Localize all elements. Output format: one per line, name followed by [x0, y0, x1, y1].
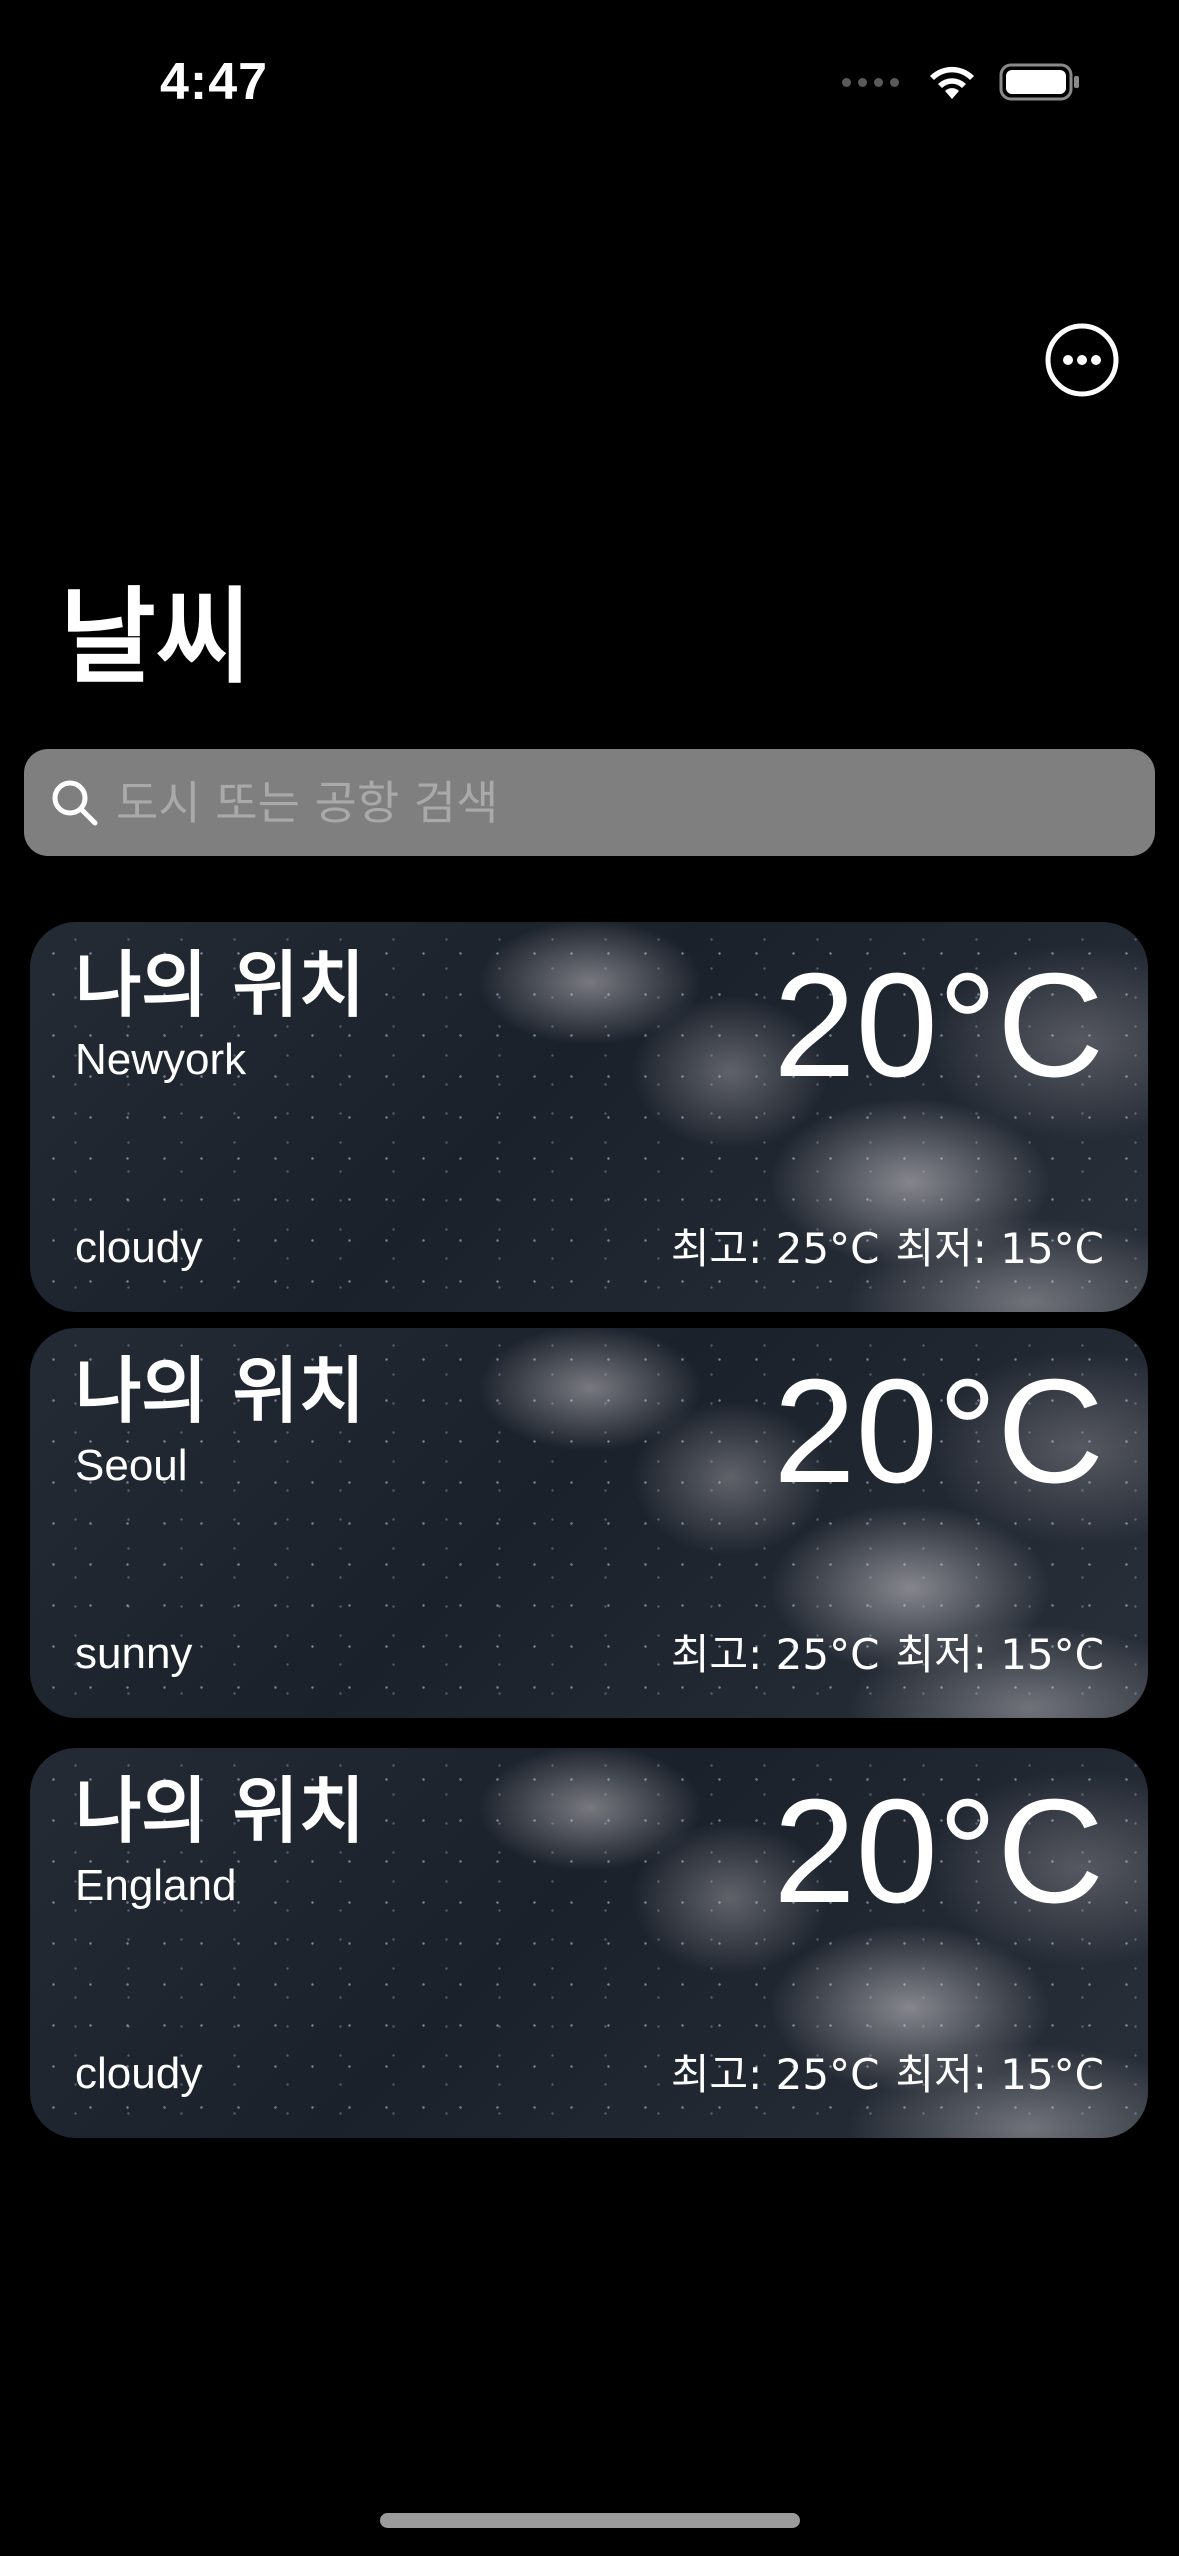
more-options-button[interactable]: [1044, 322, 1120, 398]
card-condition: sunny: [75, 1628, 193, 1678]
card-city-name: Seoul: [75, 1441, 188, 1490]
card-high-temp: 최고: 25°C: [670, 1223, 880, 1273]
card-temperature: 20°C: [773, 1769, 1104, 1934]
weather-card-seoul[interactable]: 나의 위치 Seoul 20°C sunny 최고: 25°C 최저: 15°C: [30, 1328, 1148, 1718]
page-title: 날씨: [60, 576, 252, 698]
card-high-temp: 최고: 25°C: [670, 2049, 880, 2099]
card-location-label: 나의 위치: [75, 1349, 366, 1433]
card-city-name: England: [75, 1861, 237, 1910]
card-temp-range: 최고: 25°C 최저: 15°C: [670, 2049, 1104, 2099]
card-low-temp: 최저: 15°C: [895, 2049, 1104, 2099]
weather-card-newyork[interactable]: 나의 위치 Newyork 20°C cloudy 최고: 25°C 최저: 15…: [30, 922, 1148, 1312]
weather-card-england[interactable]: 나의 위치 England 20°C cloudy 최고: 25°C 최저: 15…: [30, 1748, 1148, 2138]
card-high-temp: 최고: 25°C: [670, 1629, 880, 1679]
card-condition: cloudy: [75, 1222, 203, 1272]
search-bar[interactable]: [24, 749, 1155, 856]
card-temperature: 20°C: [773, 1349, 1104, 1514]
card-city-name: Newyork: [75, 1035, 247, 1084]
card-low-temp: 최저: 15°C: [895, 1629, 1104, 1679]
card-low-temp: 최저: 15°C: [895, 1223, 1104, 1273]
card-temp-range: 최고: 25°C 최저: 15°C: [670, 1629, 1104, 1679]
status-time: 4:47: [160, 53, 269, 111]
wifi-icon: [930, 66, 974, 99]
search-input[interactable]: [114, 774, 1118, 831]
card-condition: cloudy: [75, 2048, 203, 2098]
search-icon: [52, 780, 98, 825]
card-location-label: 나의 위치: [75, 1769, 366, 1853]
home-indicator[interactable]: [380, 2513, 800, 2528]
card-temp-range: 최고: 25°C 최저: 15°C: [670, 1223, 1104, 1273]
cellular-signal-icon: [842, 77, 899, 87]
card-temperature: 20°C: [773, 943, 1104, 1108]
battery-icon: [999, 63, 1079, 101]
status-icons: [842, 62, 1081, 102]
card-location-label: 나의 위치: [75, 943, 366, 1027]
